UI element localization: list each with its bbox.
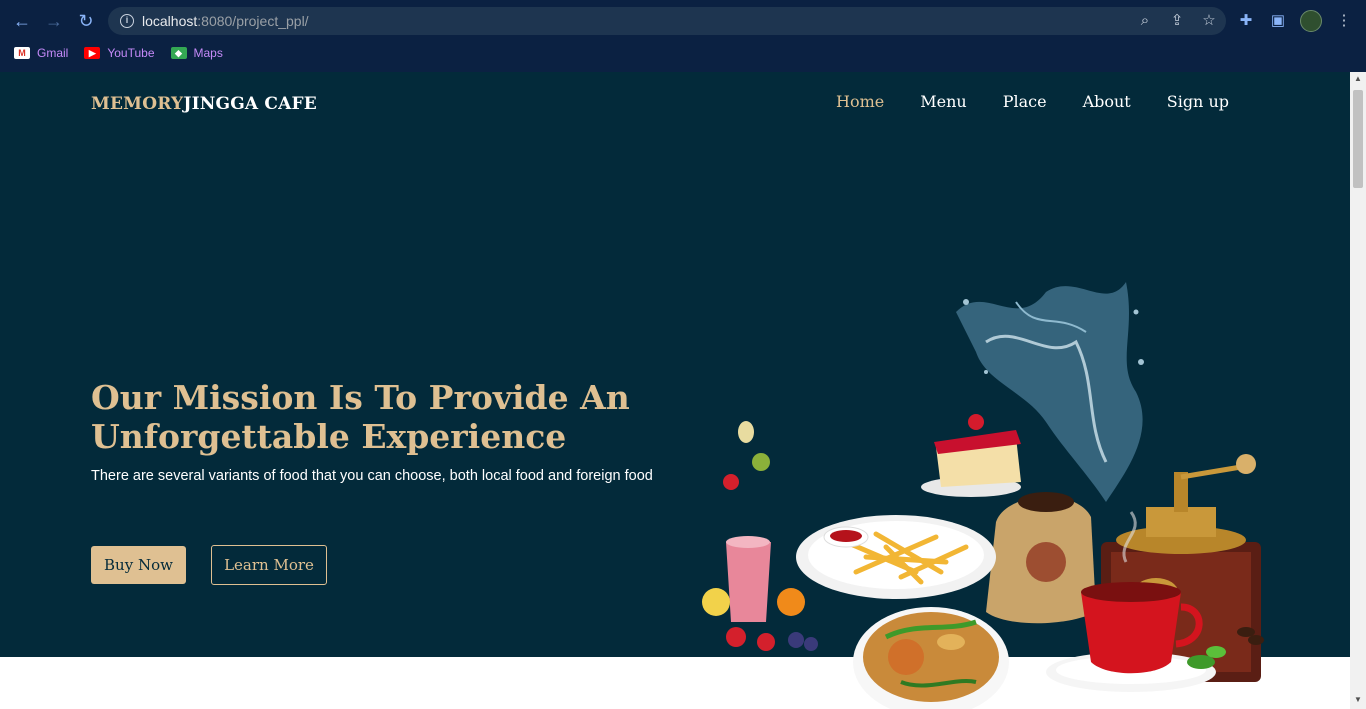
- zoom-icon[interactable]: ⌕: [1136, 11, 1154, 31]
- browser-chrome: ← → ↻ i localhost:8080/project_ppl/ ⌕ ⇪ …: [0, 0, 1366, 72]
- hero-subtitle: There are several variants of food that …: [91, 468, 653, 484]
- coffee-sack: [986, 492, 1096, 624]
- address-bar[interactable]: i localhost:8080/project_ppl/ ⌕ ⇪ ☆: [108, 7, 1226, 35]
- hero-title: Our Mission Is To Provide An Unforgettab…: [91, 378, 630, 456]
- hero-food-illustration: [702, 282, 1264, 709]
- buy-now-button[interactable]: Buy Now: [91, 546, 186, 584]
- nav-sign-up[interactable]: Sign up: [1167, 92, 1229, 111]
- nav-menu[interactable]: Menu: [920, 92, 966, 111]
- address-bar-actions: ⌕ ⇪ ☆: [1136, 11, 1218, 31]
- scroll-down-arrow-icon[interactable]: ▼: [1350, 695, 1366, 707]
- nav-home[interactable]: Home: [836, 92, 884, 111]
- scroll-up-arrow-icon[interactable]: ▲: [1350, 74, 1366, 86]
- youtube-icon: ▶: [84, 47, 101, 59]
- bookmark-maps[interactable]: ◆ Maps: [170, 43, 223, 63]
- maps-icon: ◆: [170, 47, 187, 59]
- bookmark-label: Gmail: [37, 46, 69, 60]
- learn-more-button[interactable]: Learn More: [211, 545, 327, 585]
- webpage: MEMORYJINGGA CAFE Home Menu Place About …: [0, 72, 1350, 709]
- logo-part-jingga-cafe: JINGGA CAFE: [183, 94, 317, 114]
- logo-part-memory: MEMORY: [91, 94, 184, 114]
- bookmark-star-icon[interactable]: ☆: [1200, 11, 1218, 31]
- bookmark-label: YouTube: [107, 46, 155, 60]
- reload-icon[interactable]: ↻: [76, 11, 96, 31]
- site-logo[interactable]: MEMORYJINGGA CAFE: [91, 94, 317, 114]
- nav-about[interactable]: About: [1083, 92, 1131, 111]
- noodle-bowl: [853, 607, 1009, 709]
- share-icon[interactable]: ⇪: [1168, 11, 1186, 31]
- url-text[interactable]: localhost:8080/project_ppl/: [142, 13, 309, 29]
- cheesecake: [921, 414, 1021, 497]
- scroll-thumb[interactable]: [1353, 90, 1363, 188]
- profile-avatar[interactable]: [1300, 10, 1322, 32]
- french-fries-plate: [796, 515, 996, 599]
- bookmark-youtube[interactable]: ▶ YouTube: [84, 43, 155, 63]
- browser-extensions: ✚ ▣ ⋮: [1236, 10, 1354, 32]
- bookmark-gmail[interactable]: M Gmail: [14, 43, 68, 63]
- site-info-icon[interactable]: i: [120, 14, 134, 28]
- bookmark-label: Maps: [193, 46, 223, 60]
- nav-place[interactable]: Place: [1003, 92, 1047, 111]
- side-panel-icon[interactable]: ▣: [1268, 11, 1288, 31]
- gmail-icon: M: [14, 47, 30, 59]
- forward-arrow-icon[interactable]: →: [44, 11, 64, 31]
- smoothie-glass: [702, 421, 818, 651]
- kebab-menu-icon[interactable]: ⋮: [1334, 11, 1354, 31]
- main-nav: Home Menu Place About Sign up: [836, 92, 1229, 111]
- extensions-puzzle-icon[interactable]: ✚: [1236, 11, 1256, 31]
- back-arrow-icon[interactable]: ←: [12, 11, 32, 31]
- bookmarks-bar: M Gmail ▶ YouTube ◆ Maps: [0, 43, 223, 63]
- url-host: localhost: [142, 13, 198, 29]
- page-scrollbar[interactable]: ▲ ▼: [1350, 72, 1366, 709]
- url-path: :8080/project_ppl/: [197, 13, 309, 29]
- browser-toolbar: ← → ↻ i localhost:8080/project_ppl/ ⌕ ⇪ …: [0, 6, 1366, 36]
